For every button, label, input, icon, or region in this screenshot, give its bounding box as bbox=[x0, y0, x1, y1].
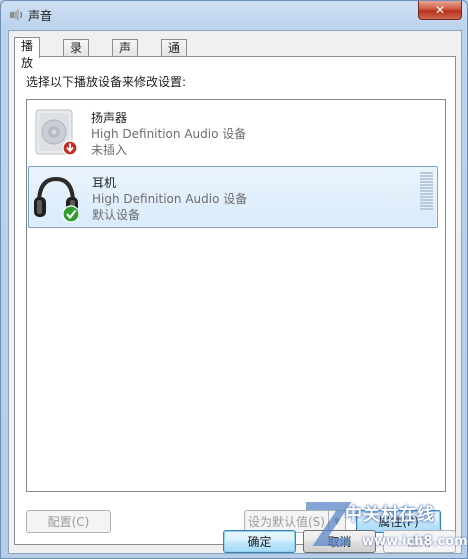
device-item-speaker[interactable]: 扬声器 High Definition Audio 设备 未插入 bbox=[28, 102, 436, 162]
volume-level-meter bbox=[420, 172, 433, 212]
configure-button[interactable]: 配置(C) bbox=[26, 510, 111, 533]
tab-communications[interactable]: 通信 bbox=[161, 39, 188, 72]
dialog-body: 播放 录制 声音 通信 选择以下播放设备来修改设置: bbox=[8, 30, 462, 554]
ok-button[interactable]: 确定 bbox=[223, 530, 296, 553]
tab-sounds[interactable]: 声音 bbox=[112, 39, 139, 72]
tab-playback[interactable]: 播放 bbox=[14, 37, 41, 70]
sound-app-icon bbox=[10, 9, 23, 21]
device-driver: High Definition Audio 设备 bbox=[92, 192, 248, 206]
unplugged-badge bbox=[62, 140, 78, 156]
device-status: 未插入 bbox=[91, 143, 128, 157]
headphones-icon bbox=[34, 176, 80, 223]
title-bar[interactable]: 声音 ✕ bbox=[1, 1, 467, 29]
device-driver: High Definition Audio 设备 bbox=[91, 127, 247, 141]
default-check-badge bbox=[62, 205, 80, 223]
apply-button[interactable]: 应用 bbox=[383, 530, 456, 553]
device-item-headphones[interactable]: 耳机 High Definition Audio 设备 默认设备 bbox=[28, 166, 438, 228]
window-title: 声音 bbox=[28, 9, 53, 23]
sound-dialog: 声音 ✕ 播放 录制 声音 通信 选择以下播放设备来修改设置: bbox=[0, 0, 468, 559]
device-list[interactable]: 扬声器 High Definition Audio 设备 未插入 耳机 High… bbox=[26, 99, 446, 492]
device-name: 扬声器 bbox=[91, 111, 128, 125]
tab-recording[interactable]: 录制 bbox=[63, 39, 90, 72]
instruction-text: 选择以下播放设备来修改设置: bbox=[26, 75, 187, 89]
cancel-button[interactable]: 取消 bbox=[303, 530, 376, 553]
close-button[interactable]: ✕ bbox=[418, 1, 462, 20]
speaker-icon bbox=[35, 109, 78, 156]
playback-panel: 选择以下播放设备来修改设置: 扬声器 High Definition Audio… bbox=[14, 56, 456, 545]
device-name: 耳机 bbox=[92, 176, 117, 190]
device-status: 默认设备 bbox=[92, 208, 141, 222]
